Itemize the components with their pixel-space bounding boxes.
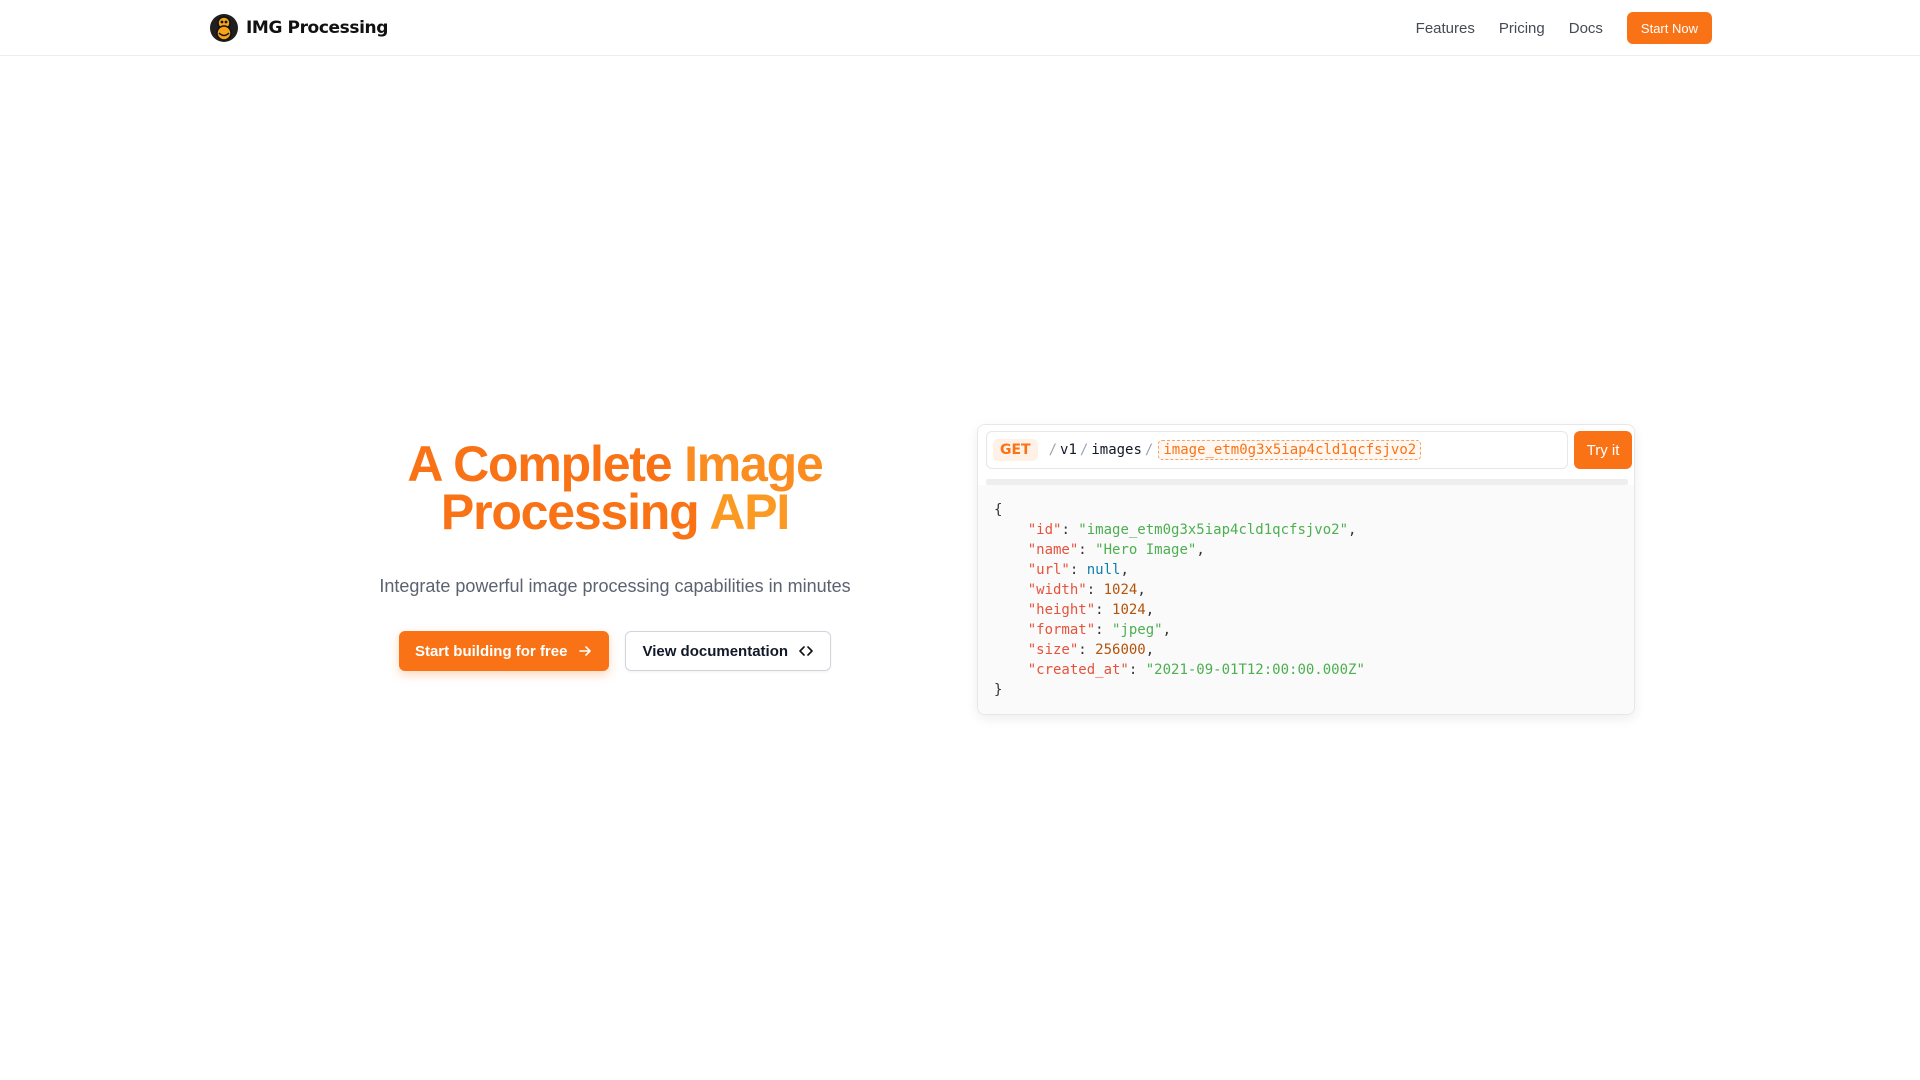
- logo-icon: [210, 14, 238, 42]
- path-segment-version: v1: [1060, 442, 1077, 458]
- request-bar: GET / v1 / images / image_etm0g3x5iap4cl…: [978, 425, 1634, 479]
- nav-link-features[interactable]: Features: [1416, 20, 1475, 37]
- code-icon: [799, 646, 813, 656]
- json-value: 256000: [1095, 642, 1146, 658]
- json-line: "url": null,: [1027, 562, 1129, 578]
- json-value: 1024: [1112, 602, 1146, 618]
- nav-link-docs[interactable]: Docs: [1569, 20, 1603, 37]
- http-method-badge: GET: [993, 439, 1038, 461]
- hero-title-part-2a: Processing: [440, 484, 710, 540]
- json-value: "Hero Image": [1095, 542, 1197, 558]
- json-close-brace: }: [994, 682, 1003, 698]
- path-separator: /: [1079, 442, 1089, 458]
- json-value: "image_etm0g3x5iap4cld1qcfsjvo2": [1078, 522, 1349, 538]
- json-line: "height": 1024,: [1027, 602, 1155, 618]
- json-body: "id": "image_etm0g3x5iap4cld1qcfsjvo2", …: [994, 520, 1620, 680]
- hero-title: A Complete Image Processing API: [340, 439, 890, 537]
- view-documentation-button[interactable]: View documentation: [625, 631, 832, 671]
- site-header: IMG Processing Features Pricing Docs Sta…: [0, 0, 1920, 56]
- json-line: "name": "Hero Image",: [1027, 542, 1205, 558]
- start-building-button[interactable]: Start building for free: [398, 631, 610, 671]
- request-url-field[interactable]: GET / v1 / images / image_etm0g3x5iap4cl…: [986, 431, 1568, 469]
- view-documentation-label: View documentation: [642, 642, 789, 660]
- try-it-button[interactable]: Try it: [1574, 431, 1632, 469]
- brand[interactable]: IMG Processing: [208, 12, 388, 44]
- path-separator: /: [1048, 442, 1058, 458]
- hero-title-part-2b: API: [709, 484, 790, 540]
- header-inner: IMG Processing Features Pricing Docs Sta…: [208, 0, 1712, 56]
- hero-title-line-2: Processing API: [340, 487, 890, 537]
- json-value: "jpeg": [1112, 622, 1163, 638]
- path-segment-resource: images: [1091, 442, 1142, 458]
- json-key: "name": [1027, 542, 1079, 558]
- brand-name: IMG Processing: [246, 18, 388, 38]
- json-key: "created_at": [1027, 662, 1129, 678]
- start-now-button[interactable]: Start Now: [1626, 12, 1712, 44]
- json-value: 1024: [1103, 582, 1138, 598]
- json-key: "format": [1027, 622, 1096, 638]
- hero: A Complete Image Processing API Integrat…: [340, 439, 890, 671]
- api-demo-panel: GET / v1 / images / image_etm0g3x5iap4cl…: [977, 424, 1635, 715]
- json-line: "format": "jpeg",: [1027, 622, 1172, 638]
- json-line: "size": 256000,: [1027, 642, 1155, 658]
- json-value: null: [1086, 562, 1121, 578]
- json-line: "id": "image_etm0g3x5iap4cld1qcfsjvo2",: [1027, 522, 1357, 538]
- json-line: "created_at": "2021-09-01T12:00:00.000Z": [1027, 662, 1365, 678]
- json-key: "height": [1027, 602, 1096, 618]
- json-line: "width": 1024,: [1027, 582, 1146, 598]
- json-key: "url": [1027, 562, 1070, 578]
- json-value: "2021-09-01T12:00:00.000Z": [1145, 662, 1365, 678]
- hero-actions: Start building for free View documentati…: [340, 631, 890, 671]
- start-building-label: Start building for free: [414, 642, 568, 660]
- arrow-right-icon: [579, 646, 592, 656]
- json-key: "width": [1027, 582, 1087, 598]
- main-nav: Features Pricing Docs Start Now: [1416, 12, 1712, 44]
- json-open-brace: {: [994, 502, 1003, 518]
- json-response: { "id": "image_etm0g3x5iap4cld1qcfsjvo2"…: [978, 485, 1634, 714]
- json-key: "id": [1027, 522, 1062, 538]
- nav-link-pricing[interactable]: Pricing: [1499, 20, 1545, 37]
- json-key: "size": [1027, 642, 1079, 658]
- hero-title-line-1: A Complete Image: [340, 439, 890, 489]
- path-separator: /: [1144, 442, 1154, 458]
- image-id-param[interactable]: image_etm0g3x5iap4cld1qcfsjvo2: [1158, 440, 1422, 460]
- hero-subtitle: Integrate powerful image processing capa…: [379, 576, 851, 596]
